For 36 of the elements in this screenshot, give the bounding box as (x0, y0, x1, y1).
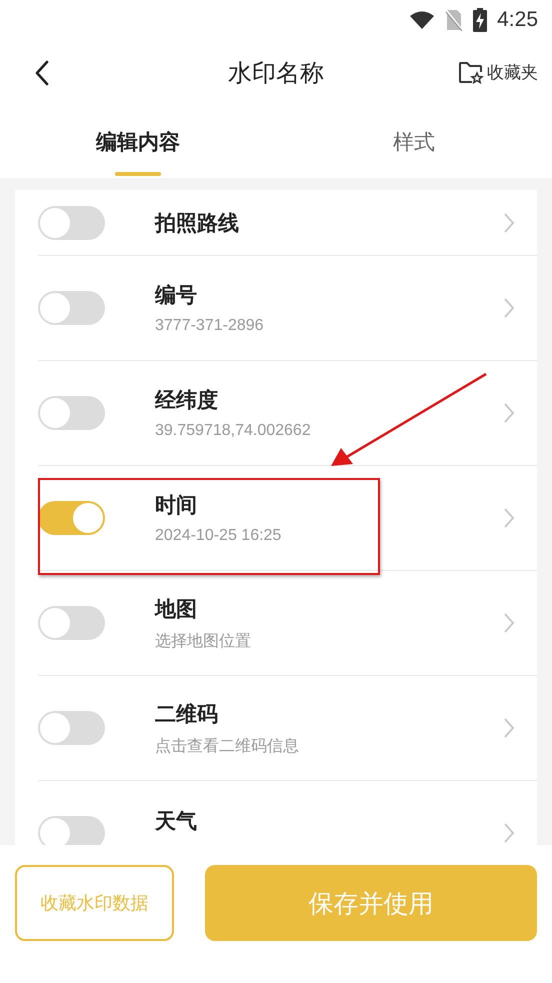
item-title: 编号 (155, 282, 198, 309)
item-title: 地图 (155, 596, 198, 622)
chevron-right-icon[interactable] (503, 612, 515, 634)
toggle-switch[interactable] (38, 711, 105, 745)
item-subtitle: 点击查看二维码信息 (155, 736, 300, 756)
toggle-switch[interactable] (38, 606, 105, 640)
chevron-right-icon[interactable] (503, 297, 515, 319)
item-title: 拍照路线 (155, 210, 240, 236)
favorites-button[interactable]: 收藏夹 (458, 60, 538, 84)
toggle-switch[interactable] (38, 291, 105, 325)
item-title: 经纬度 (155, 387, 219, 414)
item-title: 时间 (155, 492, 198, 519)
item-subtitle: 选择地图位置 (155, 632, 252, 652)
status-time: 4:25 (497, 8, 538, 32)
page-title: 水印名称 (228, 58, 324, 88)
folder-star-icon (458, 60, 484, 84)
wifi-icon (409, 10, 436, 30)
item-subtitle: 2024-10-25 16:25 (155, 527, 282, 545)
item-subtitle: 3777-371-2896 (155, 317, 265, 335)
toggle-switch[interactable] (38, 501, 105, 535)
toggle-switch[interactable] (38, 396, 105, 430)
tab[interactable]: 样式 (276, 105, 552, 178)
chevron-right-icon[interactable] (503, 822, 515, 844)
item-title: 天气 (155, 808, 198, 835)
toggle-switch[interactable] (38, 206, 105, 240)
chevron-right-icon[interactable] (503, 402, 515, 424)
toggle-switch[interactable] (38, 816, 105, 845)
tab[interactable]: 编辑内容 (0, 105, 276, 178)
back-icon[interactable] (34, 60, 50, 86)
item-subtitle: 39.759718,74.002662 (155, 422, 312, 440)
chevron-right-icon[interactable] (503, 212, 515, 234)
chevron-right-icon[interactable] (503, 507, 515, 529)
no-sim-icon (445, 9, 464, 31)
battery-charging-icon (473, 8, 488, 32)
item-title: 二维码 (155, 700, 219, 728)
chevron-right-icon[interactable] (503, 717, 515, 739)
